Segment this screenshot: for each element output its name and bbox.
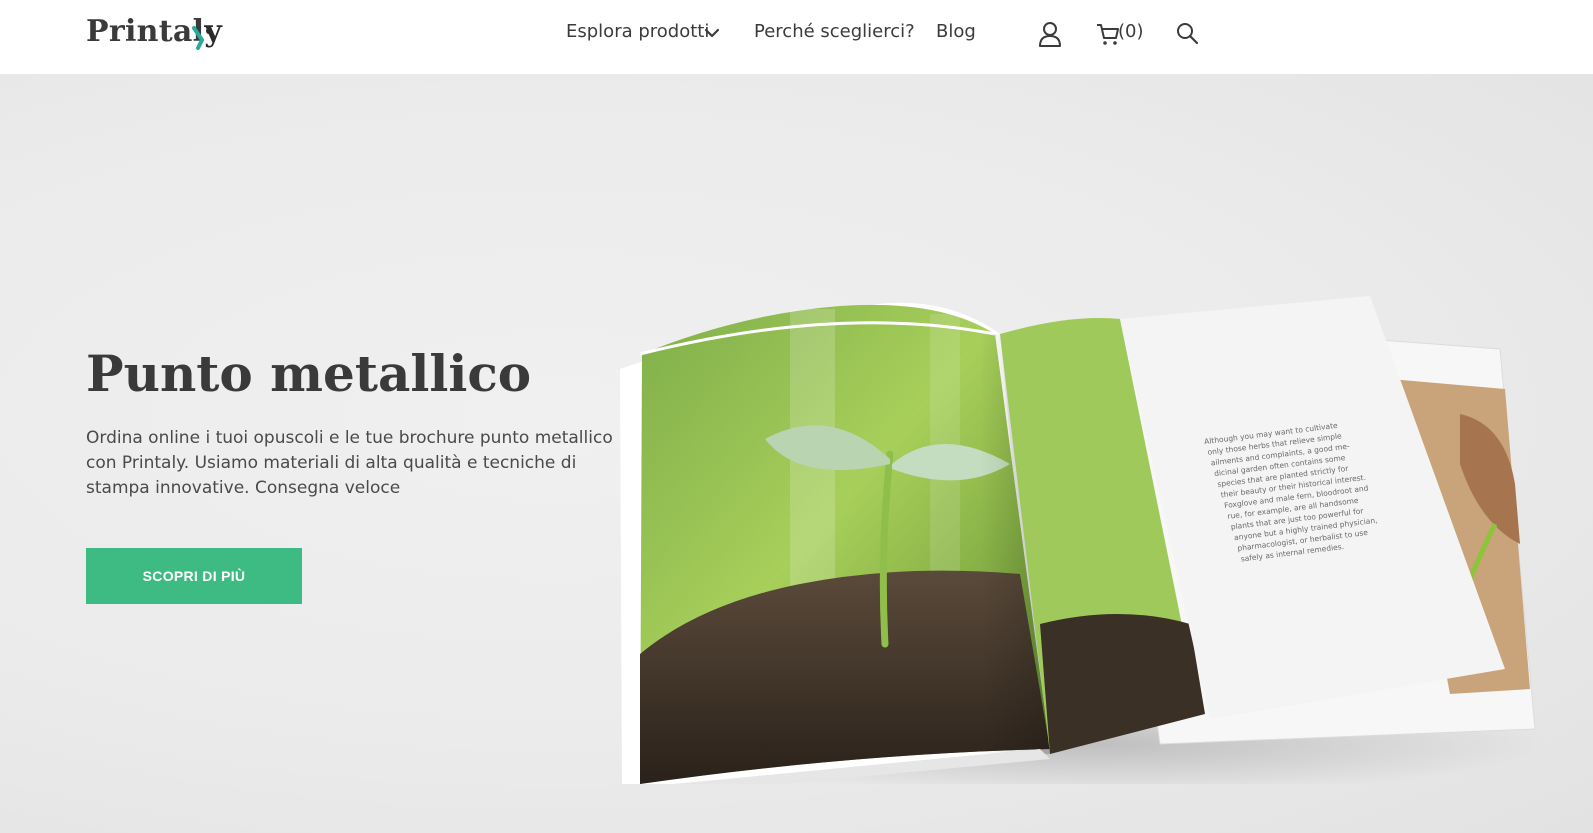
search-icon[interactable] (1175, 21, 1199, 45)
discover-more-button[interactable]: SCOPRI DI PIÙ (86, 548, 302, 604)
cart-count[interactable]: (0) (1118, 19, 1144, 45)
site-header: Printaly Esplora prodotti Perché sceglie… (0, 0, 1593, 74)
logo-text: Printal (86, 14, 205, 49)
nav-blog[interactable]: Blog (936, 19, 976, 45)
cart-icon[interactable] (1096, 22, 1120, 46)
hero-description: Ordina online i tuoi opuscoli e le tue b… (86, 428, 613, 498)
logo-mark-icon (192, 26, 212, 50)
hero-section: Punto metallico Ordina online i tuoi opu… (0, 74, 1593, 833)
page-title: Punto metallico (86, 344, 532, 403)
nav-explore-products[interactable]: Esplora prodotti (566, 19, 709, 45)
chevron-down-icon[interactable] (704, 27, 720, 39)
nav-why-choose-us[interactable]: Perché sceglierci? (754, 19, 915, 45)
user-icon[interactable] (1038, 21, 1062, 47)
brochure-image: Although you may want to cultivate only … (620, 296, 1550, 784)
